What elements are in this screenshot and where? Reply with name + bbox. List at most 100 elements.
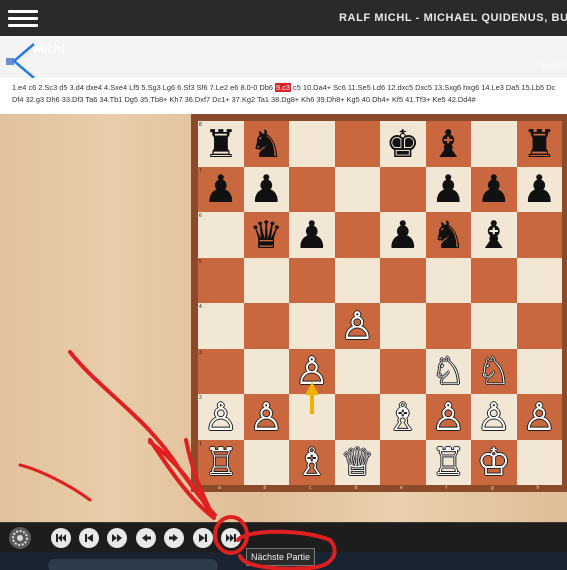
white-pawn-d4[interactable]: ♙ [335, 303, 381, 349]
player-name: Michl [34, 42, 65, 56]
black-queen-b6[interactable]: ♛ [244, 212, 290, 258]
previous-game-button[interactable] [79, 528, 99, 548]
black-rook-a8[interactable]: ♜ [198, 121, 244, 167]
square-c8[interactable] [289, 121, 335, 167]
moves-before[interactable]: 1.e4 c6 2.Sc3 d5 3.d4 dxe4 4.Sxe4 Lf5 5.… [12, 83, 275, 92]
fast-forward-icon [112, 534, 122, 542]
square-c5[interactable] [289, 257, 335, 303]
rank-label: 5 [199, 258, 202, 265]
next-game-button[interactable] [221, 528, 241, 548]
square-e3[interactable] [380, 348, 426, 394]
square-e7[interactable] [380, 166, 426, 212]
white-pawn-a2[interactable]: ♙ [198, 394, 244, 440]
square-e5[interactable] [380, 257, 426, 303]
square-d8[interactable] [334, 121, 380, 167]
skip-to-end-icon [199, 534, 207, 542]
notation-line-2[interactable]: Df4 32.g3 Dh6 33.Df3 Ta6 34.Tb1 Dg5 35.T… [12, 95, 476, 104]
black-pawn-c6[interactable]: ♟ [289, 212, 335, 258]
square-e4[interactable] [380, 303, 426, 349]
white-pawn-f2[interactable]: ♙ [426, 394, 472, 440]
last-move-arrow [305, 382, 319, 414]
square-d3[interactable] [334, 348, 380, 394]
settings-gear-icon[interactable] [9, 527, 31, 549]
arrow-right-icon [169, 534, 178, 542]
square-a6[interactable]: 6 [198, 212, 244, 258]
white-rook-a1[interactable]: ♖ [198, 440, 244, 486]
white-king-g1[interactable]: ♔ [471, 440, 517, 486]
square-f4[interactable] [425, 303, 471, 349]
rank-label: 4 [199, 304, 202, 310]
black-rook-h8[interactable]: ♜ [517, 121, 563, 167]
fast-forward-button[interactable] [107, 528, 127, 548]
black-pawn-a7[interactable]: ♟ [198, 167, 244, 213]
rank-label: 3 [199, 349, 202, 356]
arrow-left-icon [142, 534, 151, 542]
square-d2[interactable] [334, 394, 380, 440]
square-a3[interactable]: 3 [198, 348, 244, 394]
square-c7[interactable] [289, 166, 335, 212]
file-label: b [263, 485, 267, 491]
square-h4[interactable] [516, 303, 562, 349]
hamburger-menu-icon[interactable] [8, 10, 38, 28]
moves-after[interactable]: c5 10.Da4+ Sc6 11.Se5 Ld6 12.dxc5 Dxc5 1… [291, 83, 555, 92]
event-name: Burgh [540, 60, 565, 70]
black-pawn-g7[interactable]: ♟ [471, 167, 517, 213]
square-b4[interactable] [243, 303, 289, 349]
taskbar-search[interactable] [48, 559, 218, 570]
file-label: e [400, 485, 403, 491]
square-h1[interactable]: h [516, 439, 562, 491]
square-d6[interactable] [334, 212, 380, 258]
move-notation: 1.e4 c6 2.Sc3 d5 3.d4 dxe4 4.Sxe4 Lf5 5.… [0, 78, 567, 114]
white-bishop-c1[interactable]: ♗ [289, 440, 335, 486]
next-game-tooltip: Nächste Partie [246, 548, 316, 566]
black-bishop-f8[interactable]: ♝ [426, 121, 472, 167]
square-h5[interactable] [516, 257, 562, 303]
top-bar: RALF MICHL - MICHAEL QUIDENUS, BU [0, 0, 567, 36]
next-move-button[interactable] [164, 528, 184, 548]
previous-move-button[interactable] [136, 528, 156, 548]
black-king-e8[interactable]: ♚ [380, 121, 426, 167]
white-knight-f3[interactable]: ♘ [426, 349, 472, 395]
square-d5[interactable] [334, 257, 380, 303]
back-arrow-icon[interactable] [4, 40, 38, 80]
square-g5[interactable] [471, 257, 517, 303]
white-pawn-b2[interactable]: ♙ [244, 394, 290, 440]
file-label: f [445, 485, 447, 491]
last-move-button[interactable] [193, 528, 213, 548]
square-a5[interactable]: 5 [198, 257, 244, 303]
square-b5[interactable] [243, 257, 289, 303]
square-h3[interactable] [516, 348, 562, 394]
file-label: g [491, 485, 494, 491]
black-pawn-e6[interactable]: ♟ [380, 212, 426, 258]
black-bishop-g6[interactable]: ♝ [471, 212, 517, 258]
black-pawn-h7[interactable]: ♟ [517, 167, 563, 213]
square-d7[interactable] [334, 166, 380, 212]
black-pawn-b7[interactable]: ♟ [244, 167, 290, 213]
square-a4[interactable]: 4 [198, 303, 244, 349]
square-f5[interactable] [425, 257, 471, 303]
white-queen-d1[interactable]: ♕ [335, 440, 381, 486]
black-pawn-f7[interactable]: ♟ [426, 167, 472, 213]
rank-label: 6 [199, 213, 202, 219]
white-knight-g3[interactable]: ♘ [471, 349, 517, 395]
square-g8[interactable] [471, 121, 517, 167]
skip-back-icon [85, 534, 93, 542]
square-b1[interactable]: b [243, 439, 289, 491]
first-game-button[interactable] [51, 528, 71, 548]
white-rook-f1[interactable]: ♖ [426, 440, 472, 486]
square-g4[interactable] [471, 303, 517, 349]
square-c4[interactable] [289, 303, 335, 349]
current-move[interactable]: 9.c3 [274, 83, 291, 92]
chess-board[interactable]: 8 7 6 5 4 3 2 1 a b c d e f g h ♜ ♞ ♚ ♝ ♜ ♟ ♟ ♟ ♟ ♟ ♛ ♟ ♟ ♞ ♝ ♙ ♙ ♘ ♘ ♙ ♙ ♗ ♙ ♙… [198, 121, 563, 491]
file-label: h [536, 485, 540, 491]
square-h6[interactable] [516, 212, 562, 258]
skip-to-start-icon [56, 534, 66, 542]
white-pawn-h2[interactable]: ♙ [517, 394, 563, 440]
black-knight-f6[interactable]: ♞ [426, 212, 472, 258]
square-b3[interactable] [243, 348, 289, 394]
white-pawn-g2[interactable]: ♙ [471, 394, 517, 440]
white-bishop-e2[interactable]: ♗ [380, 394, 426, 440]
file-label: a [218, 485, 221, 491]
black-knight-b8[interactable]: ♞ [244, 121, 290, 167]
square-e1[interactable]: e [380, 439, 426, 491]
